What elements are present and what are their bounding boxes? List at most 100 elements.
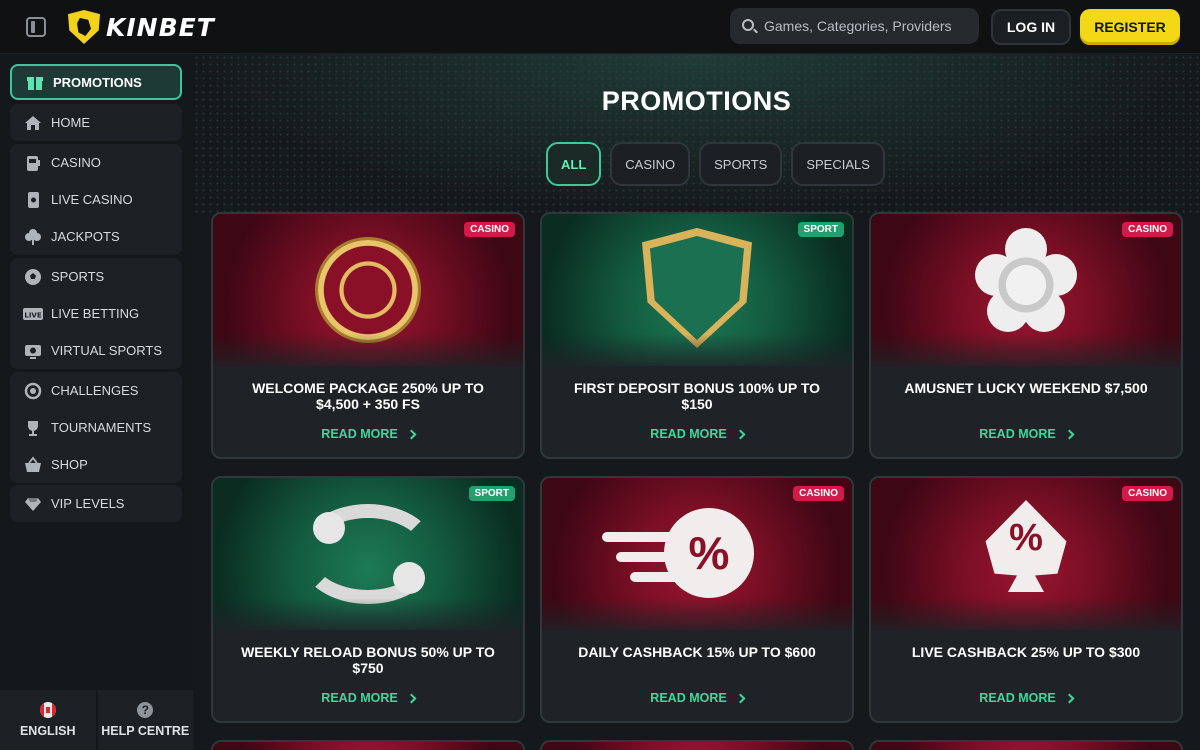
promo-card[interactable]: SPORT FIRST DEPOSIT BONUS 100% UP TO $15… <box>540 212 854 459</box>
ball-icon <box>393 562 425 594</box>
register-button[interactable]: REGISTER <box>1080 9 1180 45</box>
sidebar-item-promotions[interactable]: PROMOTIONS <box>10 64 182 100</box>
read-more-link[interactable]: READ MORE <box>213 427 523 441</box>
promo-card-partial[interactable] <box>869 740 1183 750</box>
home-icon <box>23 113 43 133</box>
sidebar-item-label: LIVE CASINO <box>51 192 133 207</box>
sidebar-item-label: CHALLENGES <box>51 383 139 398</box>
playing-card-icon <box>23 190 43 210</box>
promo-card[interactable]: % CASINO LIVE CASHBACK 25% UP TO $300 RE… <box>869 476 1183 723</box>
sidebar-item-label: TOURNAMENTS <box>51 420 152 435</box>
chevron-right-icon <box>1064 693 1075 703</box>
tab-sports[interactable]: SPORTS <box>699 142 783 186</box>
read-more-link[interactable]: READ MORE <box>542 427 852 441</box>
chevron-right-icon <box>406 693 417 703</box>
promo-card[interactable]: SPORT WEEKLY RELOAD BONUS 50% UP TO $750… <box>211 476 525 723</box>
tab-casino[interactable]: CASINO <box>610 142 691 186</box>
sidebar-item-home[interactable]: HOME <box>10 104 182 141</box>
sidebar-item-label: CASINO <box>51 155 101 170</box>
search-placeholder: Games, Categories, Providers <box>764 18 952 34</box>
category-badge: SPORT <box>468 486 515 501</box>
read-more-link[interactable]: READ MORE <box>542 691 852 705</box>
category-badge: CASINO <box>793 486 844 501</box>
shopping-basket-icon <box>23 455 43 475</box>
nav-group-casino: CASINO LIVE CASINO JACKPOTS <box>10 144 182 255</box>
category-badge: CASINO <box>1122 486 1173 501</box>
sidebar-item-label: PROMOTIONS <box>53 74 142 90</box>
dot-pattern <box>193 54 1200 214</box>
promo-title: FIRST DEPOSIT BONUS 100% UP TO $150 <box>573 380 821 412</box>
brand-name: KINBET <box>106 12 215 42</box>
main-content: PROMOTIONS ALL CASINO SPORTS SPECIALS CA… <box>193 54 1200 750</box>
sidebar-item-label: JACKPOTS <box>51 229 120 244</box>
promo-title: WELCOME PACKAGE 250% UP TO $4,500 + 350 … <box>252 380 484 412</box>
promo-card[interactable]: % CASINO DAILY CASHBACK 15% UP TO $600 R… <box>540 476 854 723</box>
sidebar-item-sports[interactable]: SPORTS <box>10 258 182 295</box>
lucky-flower-icon <box>991 250 1061 320</box>
category-badge: SPORT <box>797 222 844 237</box>
sidebar-footer: ENGLISH ? HELP CENTRE <box>0 690 193 750</box>
category-badge: CASINO <box>1122 222 1173 237</box>
challenge-icon <box>23 381 43 401</box>
sidebar-item-casino[interactable]: CASINO <box>10 144 182 181</box>
promo-filter-tabs: ALL CASINO SPORTS SPECIALS <box>546 142 885 186</box>
language-selector[interactable]: ENGLISH <box>0 690 96 750</box>
sidebar-item-virtual-sports[interactable]: VIRTUAL SPORTS <box>10 332 182 369</box>
virtual-sports-icon <box>23 341 43 361</box>
search-input[interactable]: Games, Categories, Providers <box>730 8 979 44</box>
promo-card-partial[interactable] <box>211 740 525 750</box>
trophy-icon <box>23 418 43 438</box>
casino-chip-icon <box>318 240 418 340</box>
ball-icon <box>313 512 345 544</box>
sidebar-item-vip-levels[interactable]: VIP LEVELS <box>10 485 182 522</box>
nav-group-sports: SPORTS LIVE LIVE BETTING VIRTUAL SPORTS <box>10 258 182 369</box>
promo-title: LIVE CASHBACK 25% UP TO $300 <box>911 644 1141 660</box>
promo-title: AMUSNET LUCKY WEEKEND $7,500 <box>904 380 1148 396</box>
read-more-link[interactable]: READ MORE <box>213 691 523 705</box>
sidebar-item-label: LIVE BETTING <box>51 306 140 321</box>
promo-title: DAILY CASHBACK 15% UP TO $600 <box>578 644 816 660</box>
help-label: HELP CENTRE <box>101 724 190 738</box>
sidebar-item-tournaments[interactable]: TOURNAMENTS <box>10 409 182 446</box>
category-badge: CASINO <box>464 222 515 237</box>
nav-group-vip: VIP LEVELS <box>10 485 182 522</box>
sidebar-item-challenges[interactable]: CHALLENGES <box>10 372 182 409</box>
gift-icon <box>25 72 45 92</box>
spade-percent-icon: % <box>985 500 1067 592</box>
promo-title: WEEKLY RELOAD BONUS 50% UP TO $750 <box>241 644 495 676</box>
promo-card[interactable]: CASINO AMUSNET LUCKY WEEKEND $7,500 READ… <box>869 212 1183 459</box>
help-centre-button[interactable]: ? HELP CENTRE <box>97 690 193 750</box>
sidebar-toggle-icon[interactable] <box>26 17 46 37</box>
read-more-label: READ MORE <box>650 691 727 705</box>
read-more-link[interactable]: READ MORE <box>871 691 1181 705</box>
diamond-icon <box>23 494 43 514</box>
tab-specials[interactable]: SPECIALS <box>791 142 885 186</box>
percent-icon: % <box>664 508 754 598</box>
nav-group-promotions: PROMOTIONS <box>10 64 182 100</box>
sidebar-item-jackpots[interactable]: JACKPOTS <box>10 218 182 255</box>
promo-card-partial[interactable] <box>540 740 854 750</box>
chevron-right-icon <box>1064 429 1075 439</box>
read-more-link[interactable]: READ MORE <box>871 427 1181 441</box>
read-more-label: READ MORE <box>979 427 1056 441</box>
brand-logo[interactable]: KINBET <box>68 10 215 44</box>
read-more-label: READ MORE <box>321 427 398 441</box>
read-more-label: READ MORE <box>321 691 398 705</box>
nav-group-home: HOME <box>10 104 182 141</box>
sidebar-item-live-betting[interactable]: LIVE LIVE BETTING <box>10 295 182 332</box>
sidebar-item-live-casino[interactable]: LIVE CASINO <box>10 181 182 218</box>
soccer-ball-icon <box>23 267 43 287</box>
lion-shield-logo-icon <box>68 10 100 44</box>
page-title: PROMOTIONS <box>601 86 792 116</box>
sidebar-item-label: HOME <box>51 115 90 130</box>
tab-all[interactable]: ALL <box>546 142 602 186</box>
login-button[interactable]: LOG IN <box>991 9 1071 45</box>
canada-flag-icon <box>39 702 56 718</box>
sidebar-item-label: VIP LEVELS <box>51 496 125 511</box>
read-more-label: READ MORE <box>650 427 727 441</box>
help-icon: ? <box>137 702 154 718</box>
chevron-right-icon <box>735 693 746 703</box>
sidebar-item-shop[interactable]: SHOP <box>10 446 182 483</box>
promo-card[interactable]: CASINO WELCOME PACKAGE 250% UP TO $4,500… <box>211 212 525 459</box>
top-header: KINBET Games, Categories, Providers LOG … <box>0 0 1200 54</box>
